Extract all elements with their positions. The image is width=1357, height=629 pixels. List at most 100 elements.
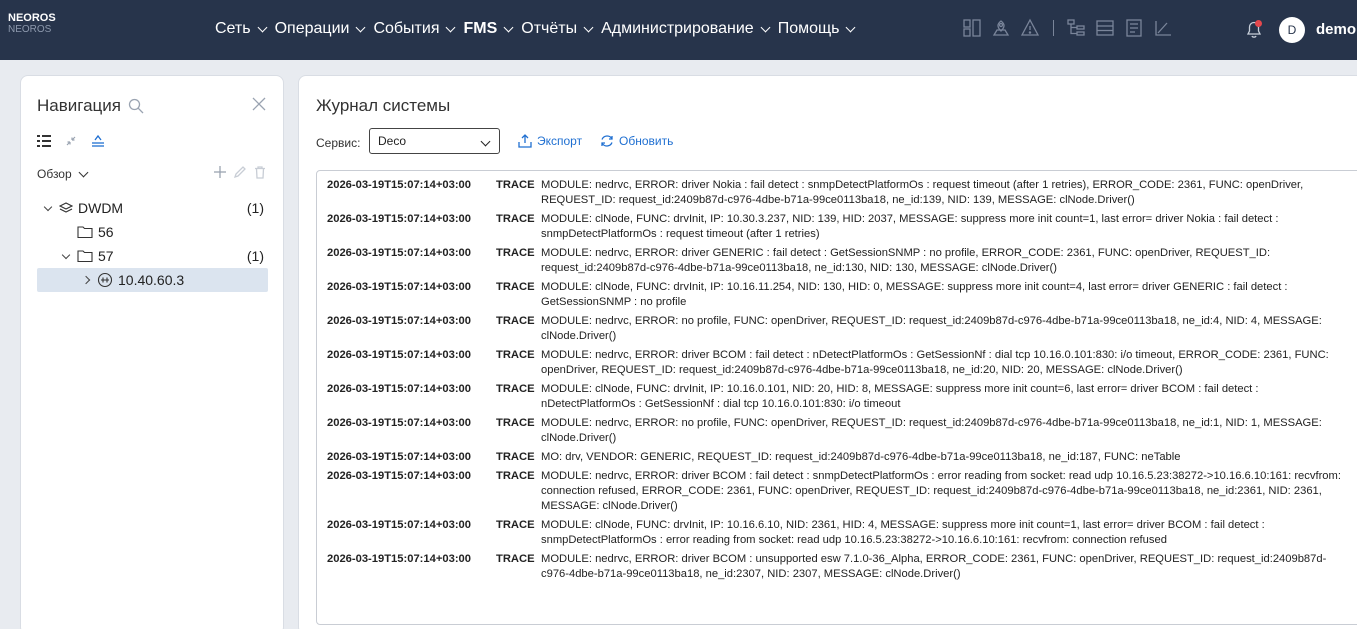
search-icon[interactable] (127, 97, 145, 115)
navigation-tree: DWDM (1) 56 57 (1) 10.40.60.3 (37, 196, 268, 292)
refresh-button[interactable]: Обновить (600, 134, 673, 148)
add-icon[interactable] (213, 165, 227, 179)
log-message: MODULE: nedrvc, ERROR: no profile, FUNC:… (541, 315, 1322, 342)
log-timestamp: 2026-03-19T15:07:14+03:00 (327, 519, 471, 531)
log-message: MODULE: nedrvc, ERROR: driver BCOM : fai… (541, 470, 1341, 512)
tree-item-label: 57 (98, 248, 114, 264)
chevron-down-icon (78, 167, 89, 177)
log-message: MODULE: nedrvc, ERROR: driver BCOM : fai… (541, 349, 1329, 376)
warning-icon[interactable] (1020, 18, 1040, 38)
menu-item-label: Администрирование (601, 20, 754, 37)
log-timestamp: 2026-03-19T15:07:14+03:00 (327, 451, 471, 463)
tree-item-dwdm[interactable]: DWDM (1) (37, 196, 268, 220)
tree-structure-icon[interactable] (1066, 18, 1086, 38)
log-timestamp: 2026-03-19T15:07:14+03:00 (327, 553, 471, 565)
map-location-icon[interactable] (991, 18, 1011, 38)
chevron-down-icon (583, 22, 594, 32)
user-avatar[interactable]: D (1279, 17, 1305, 43)
chevron-down-icon (257, 22, 268, 32)
chevron-down-icon[interactable] (61, 250, 71, 259)
log-entry: 2026-03-19T15:07:14+03:00 TRACE MODULE: cl… (327, 280, 1357, 310)
chevron-right-icon[interactable] (81, 275, 91, 285)
menu-item-6[interactable]: Помощь (778, 20, 858, 38)
tree-item-56[interactable]: 56 (37, 220, 268, 244)
log-message: MODULE: nedrvc, ERROR: no profile, FUNC:… (541, 417, 1322, 444)
menu-item-label: Помощь (777, 20, 840, 37)
menu-item-0[interactable]: Сеть (215, 20, 269, 38)
log-entry: 2026-03-19T15:07:14+03:00 TRACE MODULE: ne… (327, 416, 1357, 446)
tree-item-10-40-60-3[interactable]: 10.40.60.3 (37, 268, 268, 292)
log-level: TRACE (496, 281, 535, 293)
log-message: MO: drv, VENDOR: GENERIC, REQUEST_ID: re… (541, 451, 1181, 463)
log-message: MODULE: clNode, FUNC: drvInit, IP: 10.16… (541, 383, 1259, 410)
service-select[interactable]: Deco (369, 128, 500, 154)
log-entry: 2026-03-19T15:07:14+03:00 TRACE MODULE: ne… (327, 469, 1357, 514)
toolbar-separator (1053, 20, 1054, 36)
list-document-icon[interactable] (1124, 18, 1144, 38)
chevron-down-icon (846, 22, 856, 32)
chevron-down-icon (355, 22, 366, 32)
tree-item-label: DWDM (78, 200, 124, 216)
log-level: TRACE (496, 553, 535, 565)
refresh-icon (601, 135, 613, 147)
menu-item-label: События (373, 20, 440, 37)
top-navigation-bar: NEOROS NEOROS Сеть Операции События FMS Отчё… (0, 0, 1357, 60)
page-title: Журнал системы (316, 96, 451, 115)
log-message: MODULE: clNode, FUNC: drvInit, IP: 10.16… (541, 519, 1265, 546)
table-icon[interactable] (1095, 18, 1115, 38)
chart-icon[interactable] (1153, 18, 1173, 38)
log-entries-list[interactable]: 2026-03-19T15:07:14+03:00 TRACE MODULE: ne… (316, 170, 1357, 625)
align-icon[interactable] (91, 134, 105, 148)
menu-item-4[interactable]: Отчёты (521, 20, 595, 38)
log-entry: 2026-03-19T15:07:14+03:00 TRACE MODULE: ne… (327, 178, 1357, 208)
chevron-down-icon (503, 22, 514, 32)
log-level: TRACE (496, 519, 535, 531)
log-timestamp: 2026-03-19T15:07:14+03:00 (327, 349, 471, 361)
dashboard-icon[interactable] (962, 18, 982, 38)
navigation-title: Навигация (37, 96, 121, 115)
log-timestamp: 2026-03-19T15:07:14+03:00 (327, 213, 471, 225)
log-level: TRACE (496, 417, 535, 429)
log-timestamp: 2026-03-19T15:07:14+03:00 (327, 281, 471, 293)
log-level: TRACE (496, 383, 535, 395)
log-message: MODULE: nedrvc, ERROR: driver BCOM : uns… (541, 553, 1327, 580)
overview-dropdown[interactable]: Обзор (37, 167, 89, 181)
overview-label: Обзор (37, 167, 72, 181)
export-icon (518, 134, 532, 148)
layers-icon (59, 202, 73, 213)
navigation-tools (37, 134, 119, 148)
menu-item-1[interactable]: Операции (275, 20, 368, 38)
log-timestamp: 2026-03-19T15:07:14+03:00 (327, 383, 471, 395)
log-level: TRACE (496, 349, 535, 361)
tree-item-57[interactable]: 57 (1) (37, 244, 268, 268)
log-level: TRACE (496, 247, 535, 259)
overview-actions (207, 165, 267, 179)
edit-icon[interactable] (233, 165, 247, 179)
menu-item-label: Операции (274, 20, 350, 37)
export-label: Экспорт (537, 134, 583, 148)
log-entry: 2026-03-19T15:07:14+03:00 TRACE MO: drv, V… (327, 450, 1357, 465)
logo-line-2: NEOROS (8, 24, 52, 35)
tree-item-count: (1) (246, 200, 264, 216)
log-message: MODULE: nedrvc, ERROR: driver Nokia : fa… (541, 179, 1304, 206)
menu-item-3[interactable]: FMS (463, 20, 515, 38)
service-label: Сервис: (316, 136, 361, 150)
log-entry: 2026-03-19T15:07:14+03:00 TRACE MODULE: ne… (327, 552, 1357, 582)
notification-bell-icon[interactable] (1243, 18, 1265, 40)
menu-item-5[interactable]: Администрирование (601, 20, 772, 38)
user-name[interactable]: demo (1316, 21, 1356, 38)
export-button[interactable]: Экспорт (518, 134, 582, 148)
log-entry: 2026-03-19T15:07:14+03:00 TRACE MODULE: ne… (327, 246, 1357, 276)
menu-item-2[interactable]: События (373, 20, 457, 38)
delete-icon[interactable] (253, 165, 267, 179)
menu-item-label: Отчёты (521, 20, 578, 37)
logo-line-1: NEOROS (8, 12, 56, 24)
log-level: TRACE (496, 213, 535, 225)
close-icon[interactable] (251, 96, 267, 112)
chevron-down-icon[interactable] (43, 202, 53, 211)
log-level: TRACE (496, 315, 535, 327)
app-logo[interactable]: NEOROS NEOROS (8, 12, 56, 36)
collapse-arrows-icon[interactable] (65, 135, 77, 147)
main-menu: Сеть Операции События FMS Отчёты Администриро… (215, 20, 863, 38)
list-view-icon[interactable] (37, 134, 51, 148)
